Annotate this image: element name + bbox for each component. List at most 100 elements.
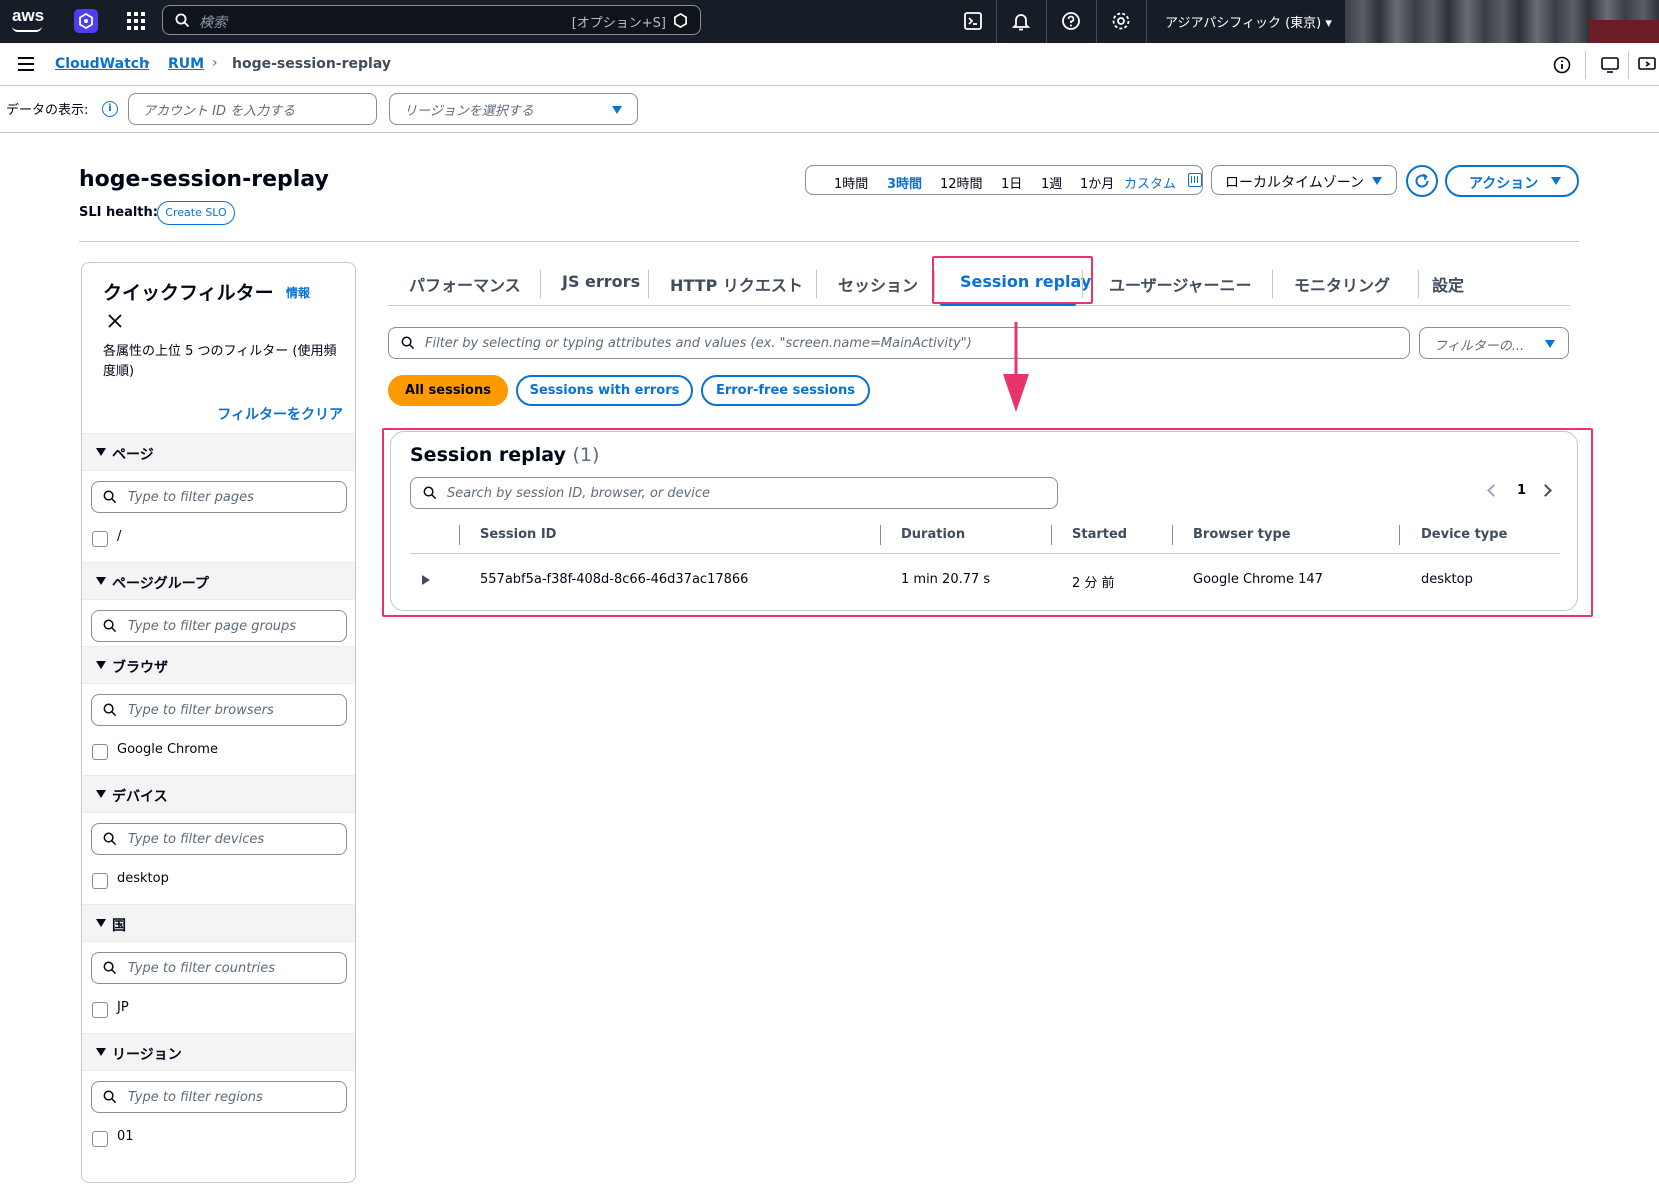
column-header-device-type[interactable]: Device type — [1421, 527, 1507, 542]
sessions-with-errors-button[interactable]: Sessions with errors — [516, 375, 693, 406]
aws-logo[interactable]: aws — [12, 6, 46, 36]
tab-js-errors[interactable]: JS errors — [562, 272, 640, 291]
section-label: 国 — [112, 918, 126, 934]
tab-performance[interactable]: パフォーマンス — [409, 272, 521, 296]
property-filter-input[interactable]: Filter by selecting or typing attributes… — [388, 327, 1410, 359]
chevron-right-icon: › — [145, 55, 151, 71]
column-divider[interactable] — [880, 525, 881, 545]
calendar-icon[interactable] — [1188, 173, 1202, 187]
error-free-sessions-button[interactable]: Error-free sessions — [701, 375, 870, 406]
amazon-q-small-icon — [674, 13, 687, 28]
search-icon — [103, 832, 117, 846]
column-header-session-id[interactable]: Session ID — [480, 527, 556, 542]
cloudshell-icon[interactable] — [962, 10, 984, 32]
chevron-left-icon[interactable] — [1487, 484, 1500, 497]
section-label: リージョン — [112, 1047, 182, 1063]
refresh-icon — [1415, 173, 1429, 188]
account-menu-blurred[interactable] — [1345, 0, 1659, 43]
filter-section-devices[interactable]: デバイス — [82, 775, 355, 813]
checkbox-country-jp[interactable] — [92, 1002, 108, 1018]
account-id-placeholder: アカウント ID を入力する — [143, 104, 296, 119]
filter-regions-input[interactable]: Type to filter regions — [91, 1081, 347, 1113]
create-slo-button[interactable]: Create SLO — [157, 201, 235, 225]
filter-section-regions[interactable]: リージョン — [82, 1033, 355, 1071]
checkbox-page-root[interactable] — [92, 531, 108, 547]
page-title: hoge-session-replay — [79, 167, 329, 192]
property-filter-placeholder: Filter by selecting or typing attributes… — [425, 336, 972, 351]
table-header-line — [410, 553, 1560, 554]
column-divider[interactable] — [1399, 525, 1400, 545]
quick-filter-panel: クイックフィルター 情報 各属性の上位 5 つのフィルター (使用頻度順) フィ… — [81, 262, 356, 1183]
tab-http-requests[interactable]: HTTP リクエスト — [670, 272, 803, 296]
help-icon[interactable] — [1060, 10, 1082, 32]
tab-user-journey[interactable]: ユーザージャーニー — [1109, 272, 1252, 296]
expand-row-icon[interactable] — [422, 575, 430, 585]
search-icon — [103, 1090, 117, 1104]
screen-share-icon[interactable] — [1637, 55, 1657, 75]
close-icon[interactable] — [107, 313, 123, 329]
filter-page-groups-input[interactable]: Type to filter page groups — [91, 610, 347, 642]
session-search-input[interactable]: Search by session ID, browser, or device — [410, 477, 1058, 509]
timezone-select[interactable]: ローカルタイムゾーン — [1211, 165, 1397, 195]
filter-section-pages[interactable]: ページ — [82, 433, 355, 471]
region-select[interactable]: リージョンを選択する — [389, 93, 638, 125]
info-icon[interactable] — [1552, 55, 1572, 75]
column-header-duration[interactable]: Duration — [901, 527, 965, 542]
tab-settings[interactable]: 設定 — [1432, 272, 1464, 296]
filter-countries-input[interactable]: Type to filter countries — [91, 952, 347, 984]
clear-filters-link[interactable]: フィルターをクリア — [217, 404, 343, 424]
filter-devices-input[interactable]: Type to filter devices — [91, 823, 347, 855]
time-option-1d[interactable]: 1日 — [1001, 173, 1022, 192]
column-header-browser-type[interactable]: Browser type — [1193, 527, 1291, 542]
quick-filter-info-link[interactable]: 情報 — [286, 284, 310, 301]
aws-logo-text: aws — [12, 6, 45, 25]
all-sessions-button[interactable]: All sessions — [388, 375, 508, 406]
filter-section-countries[interactable]: 国 — [82, 904, 355, 942]
breadcrumb-cloudwatch[interactable]: CloudWatch — [55, 56, 149, 72]
filter-section-browsers[interactable]: ブラウザ — [82, 646, 355, 684]
filter-placeholder: Type to filter devices — [128, 832, 265, 847]
checkbox-device-desktop[interactable] — [92, 873, 108, 889]
checkbox-browser-chrome[interactable] — [92, 744, 108, 760]
time-option-3h[interactable]: 3時間 — [887, 173, 922, 192]
services-grid-icon[interactable] — [126, 11, 146, 31]
column-divider[interactable] — [1051, 525, 1052, 545]
aws-smile-icon — [12, 26, 42, 32]
chevron-right-icon[interactable] — [1539, 484, 1552, 497]
tab-sessions[interactable]: セッション — [838, 272, 918, 296]
time-option-custom[interactable]: カスタム — [1124, 173, 1176, 192]
region-selector[interactable]: アジアパシフィック (東京) ▾ — [1165, 12, 1332, 31]
actions-button[interactable]: アクション — [1445, 165, 1579, 197]
checkbox-label: / — [117, 529, 122, 544]
top-divider — [996, 0, 997, 43]
menu-hamburger-icon[interactable] — [18, 57, 34, 71]
checkbox-region-01[interactable] — [92, 1131, 108, 1147]
amazon-q-icon[interactable] — [74, 9, 98, 33]
filter-section-page-groups[interactable]: ページグループ — [82, 562, 355, 600]
tab-monitoring[interactable]: モニタリング — [1294, 272, 1390, 296]
refresh-button[interactable] — [1406, 165, 1438, 197]
filter-browsers-input[interactable]: Type to filter browsers — [91, 694, 347, 726]
global-search-input[interactable]: 検索 [オプション+S] — [162, 5, 701, 35]
caret-down-icon — [1372, 177, 1382, 185]
time-option-1w[interactable]: 1週 — [1041, 173, 1062, 192]
time-option-1h[interactable]: 1時間 — [834, 173, 868, 192]
notification-bell-icon[interactable] — [1010, 10, 1032, 32]
section-label: ページグループ — [112, 576, 209, 592]
filter-pages-input[interactable]: Type to filter pages — [91, 481, 347, 513]
settings-gear-icon[interactable] — [1110, 10, 1132, 32]
account-id-input[interactable]: アカウント ID を入力する — [128, 93, 377, 125]
column-divider[interactable] — [1172, 525, 1173, 545]
panel-title-text: Session replay — [410, 444, 566, 466]
breadcrumb-rum[interactable]: RUM — [168, 56, 204, 72]
time-option-12h[interactable]: 12時間 — [940, 173, 983, 192]
cell-duration: 1 min 20.77 s — [901, 572, 991, 587]
section-label: デバイス — [112, 789, 168, 805]
info-icon[interactable]: i — [102, 101, 118, 117]
time-option-1m[interactable]: 1か月 — [1080, 173, 1114, 192]
saved-filter-select[interactable]: フィルターの... — [1419, 327, 1569, 359]
page-number[interactable]: 1 — [1517, 483, 1526, 498]
column-header-started[interactable]: Started — [1072, 527, 1127, 542]
cell-started: 2 分 前 — [1072, 576, 1115, 591]
feedback-monitor-icon[interactable] — [1600, 55, 1620, 75]
